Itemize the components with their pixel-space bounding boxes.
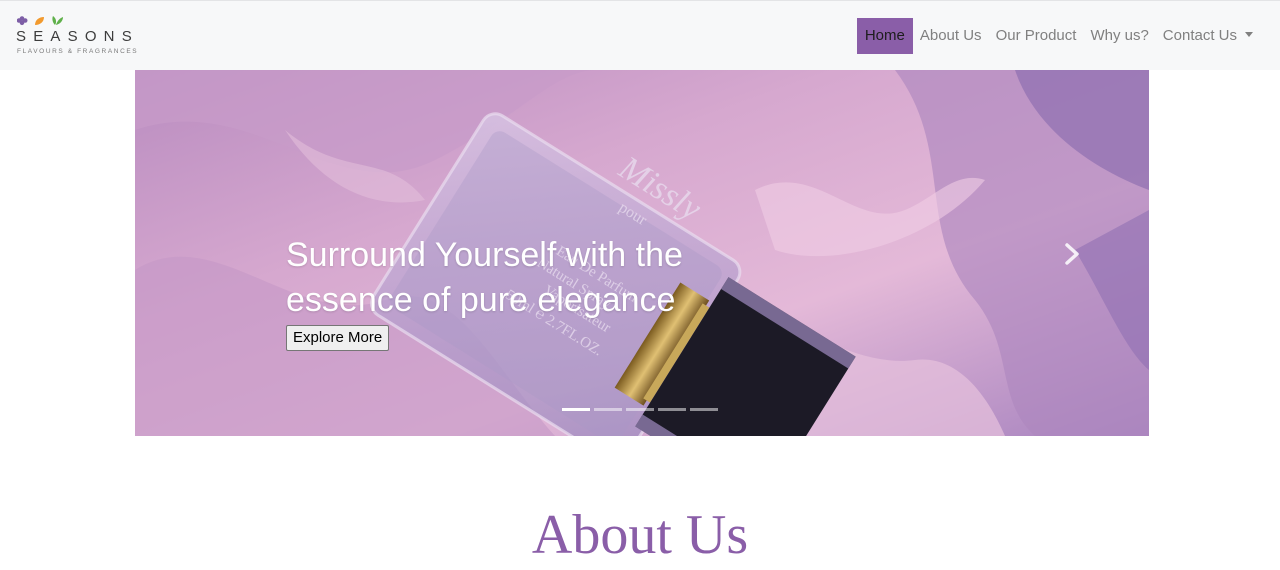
nav-item-why-us[interactable]: Why us? — [1083, 18, 1155, 54]
main-nav: Home About Us Our Product Why us? Contac… — [856, 17, 1260, 55]
carousel-indicator[interactable] — [658, 408, 686, 411]
hero-caption: Surround Yourself with the essence of pu… — [286, 233, 706, 351]
carousel-indicators — [562, 408, 718, 411]
nav-item-contact-us[interactable]: Contact Us — [1156, 18, 1260, 54]
nav-item-about-us[interactable]: About Us — [913, 18, 989, 54]
hero-title: Surround Yourself with the essence of pu… — [286, 236, 683, 319]
brand-logo[interactable]: SEASONS FLAVOURS & FRAGRANCES — [16, 15, 146, 59]
hero-carousel: Missly pour Eau De Parfum Natural Spray … — [135, 70, 1149, 436]
carousel-indicator[interactable] — [562, 408, 590, 411]
about-us-heading: About Us — [531, 504, 749, 566]
nav-item-contact-us-label: Contact Us — [1162, 27, 1237, 44]
carousel-indicator[interactable] — [690, 408, 718, 411]
brand-tagline: FLAVOURS & FRAGRANCES — [17, 48, 139, 55]
carousel-next-button[interactable] — [1060, 240, 1084, 268]
navbar: SEASONS FLAVOURS & FRAGRANCES Home About… — [0, 0, 1280, 70]
nav-item-our-product[interactable]: Our Product — [989, 18, 1084, 54]
explore-more-button[interactable]: Explore More — [286, 325, 390, 351]
logo-leaves-icon — [17, 16, 63, 26]
carousel-indicator[interactable] — [626, 408, 654, 411]
nav-item-home[interactable]: Home — [856, 18, 913, 54]
chevron-right-icon — [1065, 243, 1079, 265]
carousel-indicator[interactable] — [594, 408, 622, 411]
caret-down-icon — [1245, 32, 1253, 37]
brand-name: SEASONS — [16, 28, 139, 45]
